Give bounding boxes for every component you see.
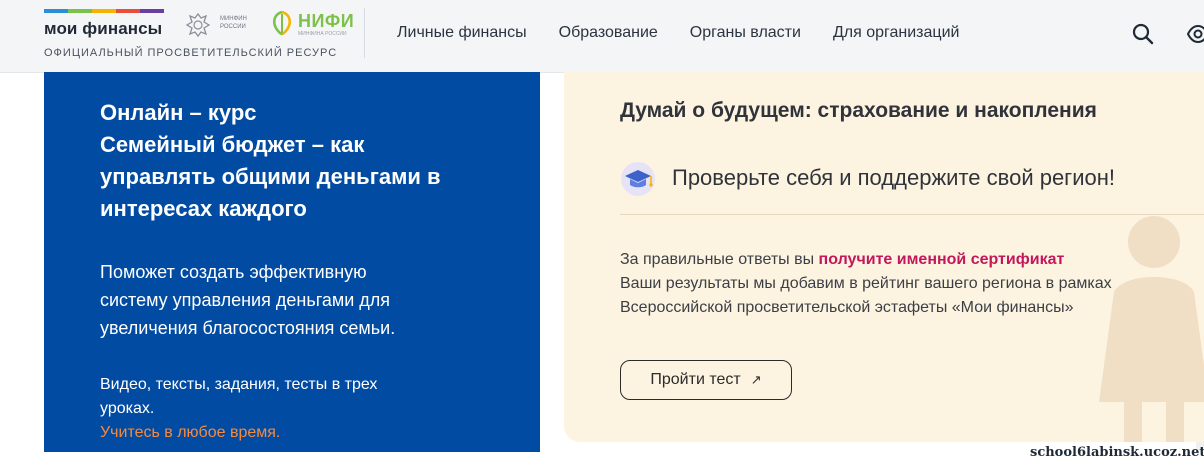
take-test-label: Пройти тест [650, 371, 741, 388]
nav-item-education[interactable]: Образование [559, 24, 658, 42]
logo-stripes [44, 9, 164, 13]
graduation-cap-icon [621, 162, 655, 196]
decorative-figure-icon [1099, 216, 1204, 442]
site-logo-title[interactable]: мои финансы [44, 19, 162, 39]
test-card: Думай о будущем: страхование и накоплени… [564, 72, 1204, 442]
course-card[interactable]: Онлайн – курс Семейный бюджет – как упра… [44, 72, 540, 452]
eye-icon[interactable] [1186, 22, 1204, 46]
nav-item-authorities[interactable]: Органы власти [690, 24, 801, 42]
test-description: За правильные ответы вы получите именной… [620, 251, 1112, 316]
course-highlight: Учитесь в любое время. [100, 424, 281, 441]
site-logo-subtitle: ОФИЦИАЛЬНЫЙ ПРОСВЕТИТЕЛЬСКИЙ РЕСУРС [44, 47, 338, 59]
nifi-subtitle: МИНФИНА РОССИИ [298, 31, 347, 37]
arrow-up-right-icon: ↗ [750, 372, 762, 387]
main-nav: Личные финансы Образование Органы власти… [397, 24, 991, 42]
site-header: мои финансы ОФИЦИАЛЬНЫЙ ПРОСВЕТИТЕЛЬСКИЙ… [0, 0, 1204, 73]
course-description: Поможет создать эффективную систему упра… [100, 262, 396, 338]
nifi-title: НИФИ [298, 11, 355, 31]
nav-item-organizations[interactable]: Для организаций [833, 24, 960, 42]
certificate-highlight: получите именной сертификат [818, 251, 1065, 268]
search-icon[interactable] [1131, 22, 1155, 46]
minfin-emblem-icon [185, 12, 211, 38]
take-test-button[interactable]: Пройти тест ↗ [620, 360, 792, 400]
minfin-label: МИНФИН РОССИИ [220, 16, 247, 30]
header-divider [364, 8, 365, 58]
course-heading: Онлайн – курс Семейный бюджет – как упра… [100, 100, 441, 221]
test-title: Думай о будущем: страхование и накоплени… [620, 99, 1097, 122]
test-divider [620, 214, 1204, 215]
nifi-logo-icon [272, 10, 292, 36]
test-subtitle: Проверьте себя и поддержите свой регион! [672, 165, 1115, 190]
nav-item-personal-finance[interactable]: Личные финансы [397, 24, 527, 42]
course-meta: Видео, тексты, задания, тесты в трех уро… [100, 373, 460, 445]
site-watermark: school6labinsk.ucoz.net [1030, 445, 1204, 460]
